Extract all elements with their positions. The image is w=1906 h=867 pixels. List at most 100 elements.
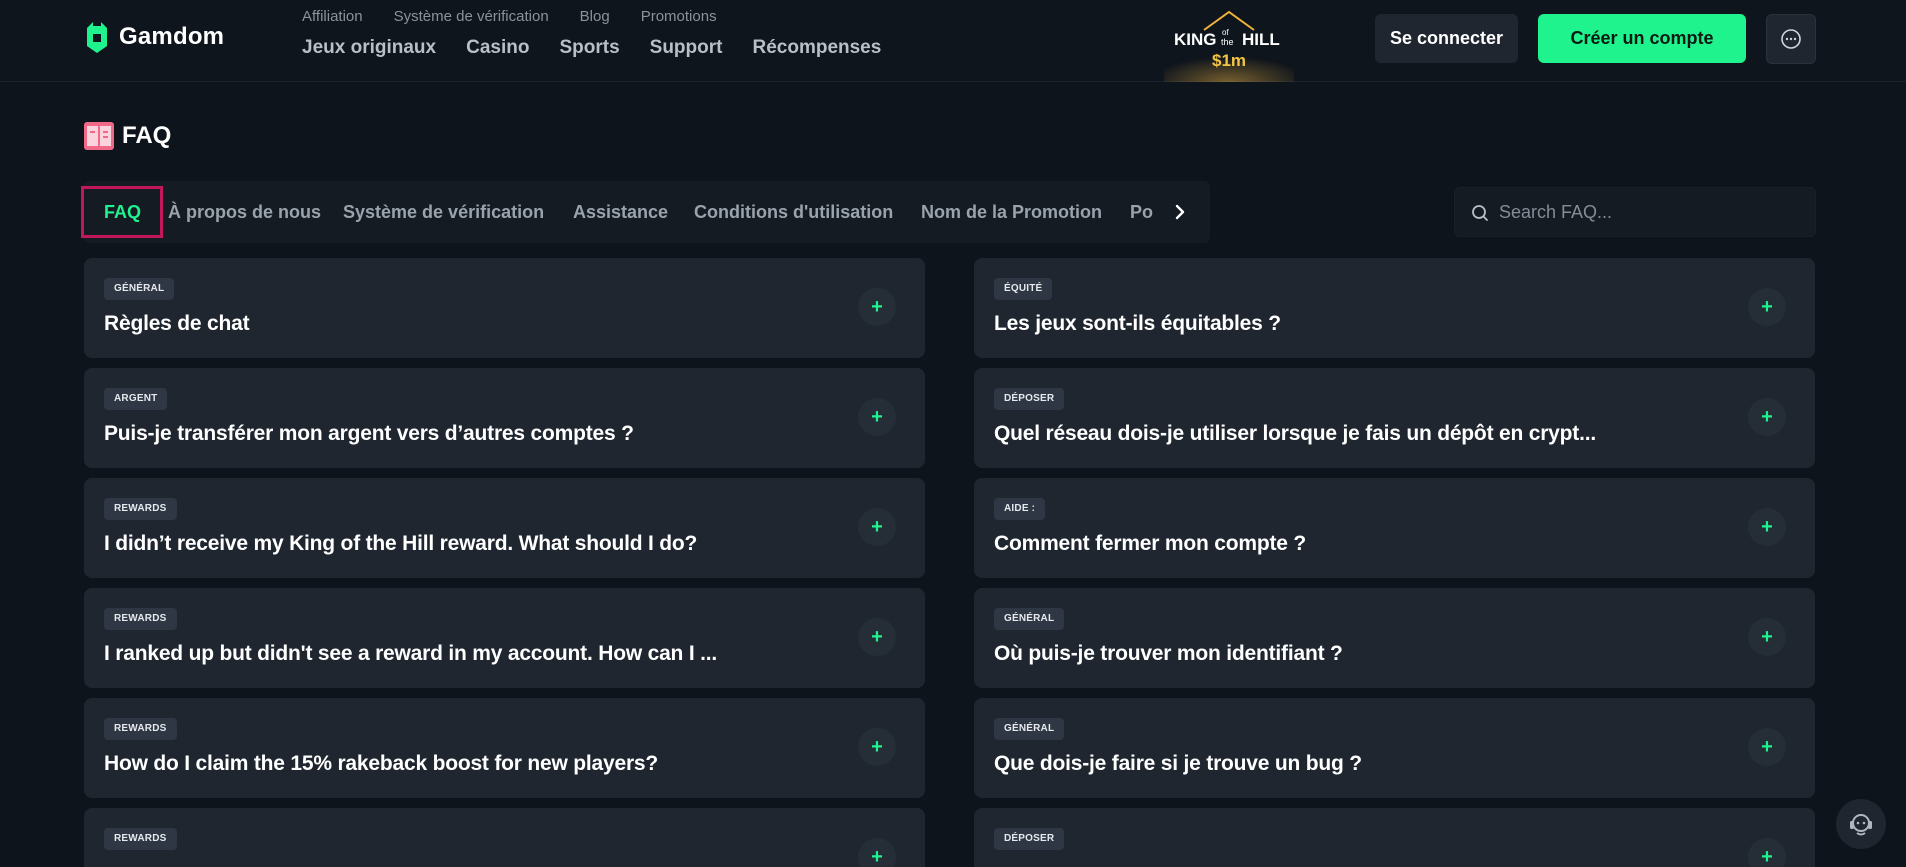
category-badge: GÉNÉRAL [994,608,1065,630]
category-badge: ARGENT [104,388,168,410]
faq-search [1454,187,1816,237]
faq-category-tabs: FAQ À propos de nous Système de vérifica… [83,181,1210,243]
primary-nav: Jeux originaux Casino Sports Support Réc… [302,37,881,59]
category-badge: DÉPOSER [994,828,1065,850]
plus-icon: + [871,736,883,758]
faq-question: Que dois-je faire si je trouve un bug ? [994,752,1362,775]
page-title: FAQ [84,122,171,150]
faq-item[interactable]: REWARDS I didn’t receive my King of the … [84,478,925,578]
expand-button[interactable]: + [858,838,896,867]
nav-link-support[interactable]: Support [650,37,723,59]
faq-question: Comment fermer mon compte ? [994,532,1306,555]
nav-link-verification[interactable]: Système de vérification [394,8,549,25]
promo-the-text: the [1221,37,1234,47]
nav-link-sports[interactable]: Sports [559,37,619,59]
faq-item[interactable]: AIDE : Comment fermer mon compte ? + [974,478,1815,578]
faq-item[interactable]: REWARDS I ranked up but didn't see a rew… [84,588,925,688]
chat-button[interactable] [1766,14,1816,64]
plus-icon: + [871,846,883,867]
expand-button[interactable]: + [858,288,896,326]
chat-bubble-icon [1781,29,1801,49]
category-badge: GÉNÉRAL [104,278,175,300]
faq-question: Les jeux sont-ils équitables ? [994,312,1281,335]
faq-item[interactable]: GÉNÉRAL Où puis-je trouver mon identifia… [974,588,1815,688]
promo-of-text: of [1222,28,1229,37]
signup-button[interactable]: Créer un compte [1538,14,1746,63]
faq-item[interactable]: DÉPOSER Quel réseau dois-je utiliser lor… [974,368,1815,468]
king-of-the-hill-promo[interactable]: KING of the HILL $1m [1164,0,1294,82]
expand-button[interactable]: + [858,618,896,656]
category-badge: GÉNÉRAL [994,718,1065,740]
plus-icon: + [871,626,883,648]
plus-icon: + [1761,736,1773,758]
faq-question: Quel réseau dois-je utiliser lorsque je … [994,422,1596,445]
category-badge: REWARDS [104,828,177,850]
nav-link-promotions[interactable]: Promotions [641,8,717,25]
expand-button[interactable]: + [1748,398,1786,436]
faq-question: How do I claim the 15% rakeback boost fo… [104,752,659,775]
expand-button[interactable]: + [858,398,896,436]
nav-link-rewards[interactable]: Récompenses [752,37,881,59]
expand-button[interactable]: + [1748,838,1786,867]
nav-link-affiliation[interactable]: Affiliation [302,8,363,25]
faq-question: I didn’t receive my King of the Hill rew… [104,532,698,555]
logo[interactable]: Gamdom [83,20,224,54]
support-agent-icon [1850,814,1872,836]
category-badge: REWARDS [104,718,177,740]
plus-icon: + [871,406,883,428]
expand-button[interactable]: + [1748,728,1786,766]
category-badge: DÉPOSER [994,388,1065,410]
tab-assistance[interactable]: Assistance [573,181,668,243]
faq-item[interactable]: DÉPOSER + [974,808,1815,867]
nav-link-blog[interactable]: Blog [580,8,610,25]
faq-item[interactable]: GÉNÉRAL Que dois-je faire si je trouve u… [974,698,1815,798]
tabs-scroll-next[interactable] [1168,200,1192,224]
plus-icon: + [1761,626,1773,648]
plus-icon: + [871,296,883,318]
plus-icon: + [1761,516,1773,538]
expand-button[interactable]: + [858,728,896,766]
faq-item[interactable]: REWARDS How do I claim the 15% rakeback … [84,698,925,798]
plus-icon: + [871,516,883,538]
page-heading: FAQ [122,122,172,149]
promo-hill-text: HILL [1242,30,1280,49]
faq-book-icon [84,122,114,150]
expand-button[interactable]: + [1748,508,1786,546]
promo-amount: $1m [1212,51,1246,70]
gamdom-logo-icon [87,22,107,53]
plus-icon: + [1761,406,1773,428]
site-header: Gamdom Affiliation Système de vérificati… [0,0,1906,82]
chevron-right-icon [1175,204,1185,220]
faq-question: I ranked up but didn't see a reward in m… [104,642,717,665]
secondary-nav: Affiliation Système de vérification Blog… [302,8,717,25]
nav-link-casino[interactable]: Casino [466,37,529,59]
promo-king-text: KING [1174,30,1217,49]
category-badge: AIDE : [994,498,1046,520]
login-button[interactable]: Se connecter [1375,14,1518,63]
tab-truncated[interactable]: Po [1130,181,1153,243]
faq-item[interactable]: ARGENT Puis-je transférer mon argent ver… [84,368,925,468]
brand-name: Gamdom [119,23,225,50]
tab-about-us[interactable]: À propos de nous [168,181,321,243]
expand-button[interactable]: + [1748,618,1786,656]
expand-button[interactable]: + [1748,288,1786,326]
category-badge: REWARDS [104,608,177,630]
faq-item[interactable]: ÉQUITÉ Les jeux sont-ils équitables ? + [974,258,1815,358]
expand-button[interactable]: + [858,508,896,546]
faq-item[interactable]: REWARDS + [84,808,925,867]
faq-item[interactable]: GÉNÉRAL Règles de chat + [84,258,925,358]
nav-link-original-games[interactable]: Jeux originaux [302,37,436,59]
faq-question: Puis-je transférer mon argent vers d’aut… [104,422,634,445]
support-button[interactable] [1836,799,1886,849]
plus-icon: + [1761,296,1773,318]
plus-icon: + [1761,846,1773,867]
tab-promotion-name[interactable]: Nom de la Promotion [921,181,1102,243]
search-icon [1472,205,1488,221]
tab-terms-of-use[interactable]: Conditions d'utilisation [694,181,893,243]
search-input[interactable] [1499,188,1799,236]
category-badge: ÉQUITÉ [994,278,1053,300]
category-badge: REWARDS [104,498,177,520]
tab-verification-system[interactable]: Système de vérification [343,181,544,243]
faq-question: Règles de chat [104,312,250,335]
tab-faq[interactable]: FAQ [104,181,141,243]
